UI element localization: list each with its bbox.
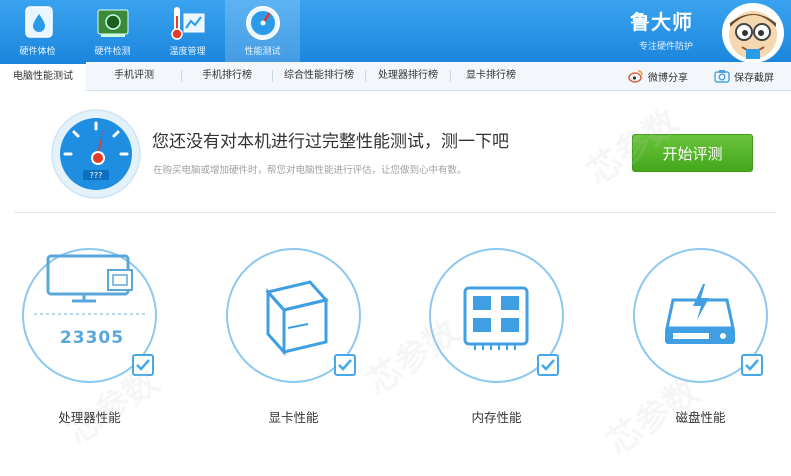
divider xyxy=(14,212,776,213)
main-nav: 硬件体检 硬件检测 温度管理 性能测试 xyxy=(0,0,300,62)
cpu-checkbox[interactable] xyxy=(132,354,154,376)
weibo-share-label: 微博分享 xyxy=(648,72,688,84)
tab-cpu-ranking[interactable]: 处理器排行榜 xyxy=(366,62,450,90)
nav-label: 硬件检测 xyxy=(94,47,131,57)
card-gpu-performance[interactable] xyxy=(226,248,361,383)
mascot-avatar[interactable] xyxy=(722,3,784,63)
checkmark-icon xyxy=(541,359,555,371)
tab-pc-performance-test[interactable]: 电脑性能测试 xyxy=(0,62,86,91)
tab-gpu-ranking[interactable]: 显卡排行榜 xyxy=(451,62,531,90)
hardware-checkup-icon xyxy=(24,6,53,38)
weibo-share-button[interactable]: 微博分享 xyxy=(628,62,688,90)
nav-hardware-detect[interactable]: 硬件检测 xyxy=(75,0,150,62)
card-label-cpu: 处理器性能 xyxy=(58,410,121,425)
thermometer-icon xyxy=(170,7,204,40)
speedometer-icon xyxy=(245,6,280,40)
nav-performance-test[interactable]: 性能测试 xyxy=(225,0,300,62)
card-label-gpu: 显卡性能 xyxy=(268,410,319,425)
brand-slogan: 专注硬件防护 xyxy=(638,42,693,52)
card-label-memory: 内存性能 xyxy=(471,410,522,425)
nav-hardware-checkup[interactable]: 硬件体检 xyxy=(0,0,75,62)
weibo-icon xyxy=(628,70,643,83)
nav-label: 温度管理 xyxy=(169,47,206,57)
card-memory-performance[interactable] xyxy=(429,248,564,383)
disk-checkbox[interactable] xyxy=(741,354,763,376)
nav-temperature[interactable]: 温度管理 xyxy=(150,0,225,62)
nav-label: 性能测试 xyxy=(244,47,281,57)
hardware-detect-icon xyxy=(97,9,128,37)
card-disk-performance[interactable] xyxy=(633,248,768,383)
tab-overall-ranking[interactable]: 综合性能排行榜 xyxy=(273,62,365,90)
save-screenshot-button[interactable]: 保存截屏 xyxy=(714,62,774,90)
memory-checkbox[interactable] xyxy=(537,354,559,376)
checkmark-icon xyxy=(136,359,150,371)
top-bar: 硬件体检 硬件检测 温度管理 性能测试 鲁大师 专注硬件防护 xyxy=(0,0,791,63)
performance-gauge-icon: ??? xyxy=(51,109,141,199)
start-benchmark-button[interactable]: 开始评测 xyxy=(632,134,753,172)
mascot-icon xyxy=(729,11,777,59)
checkmark-icon xyxy=(745,359,759,371)
card-label-disk: 磁盘性能 xyxy=(675,410,726,425)
prompt-title: 您还没有对本机进行过完整性能测试，测一下吧 xyxy=(152,132,509,152)
brand: 鲁大师 专注硬件防护 xyxy=(630,6,693,52)
save-screenshot-label: 保存截屏 xyxy=(734,72,774,84)
card-cpu-performance[interactable]: 23305 xyxy=(22,248,157,383)
prompt-subtitle: 在购买电脑或增加硬件时，帮您对电脑性能进行评估，让您做到心中有数。 xyxy=(153,165,467,176)
checkmark-icon xyxy=(338,359,352,371)
brand-name: 鲁大师 xyxy=(630,10,693,34)
nav-label: 硬件体检 xyxy=(19,47,56,57)
camera-icon xyxy=(714,70,730,83)
tab-phone-ranking[interactable]: 手机排行榜 xyxy=(182,62,272,90)
gauge-text: ??? xyxy=(90,171,103,180)
gpu-checkbox[interactable] xyxy=(334,354,356,376)
tab-bar: 电脑性能测试 手机评测 手机排行榜 综合性能排行榜 处理器排行榜 显卡排行榜 微… xyxy=(0,62,791,91)
tab-phone-review[interactable]: 手机评测 xyxy=(86,62,182,90)
cpu-score: 23305 xyxy=(59,328,125,348)
